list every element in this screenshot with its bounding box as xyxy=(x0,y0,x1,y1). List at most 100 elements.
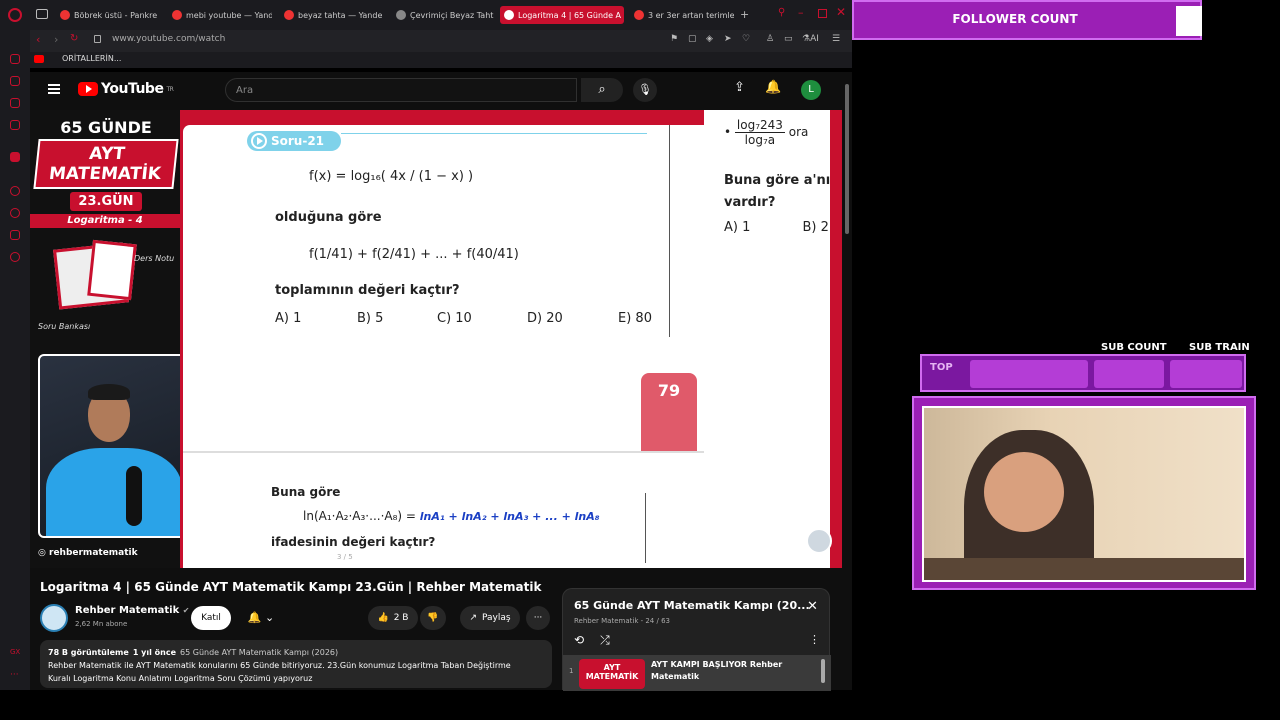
course-badge: 65 GÜNDE AYT MATEMATİK 23.GÜN xyxy=(33,118,179,211)
fraction-suffix: ora xyxy=(788,125,809,139)
tab-logaritma-active[interactable]: Logaritma 4 | 65 Günde A xyxy=(500,6,624,24)
close-window-icon[interactable]: ✕ xyxy=(836,5,846,19)
search-input[interactable]: Ara xyxy=(225,78,577,102)
sub-segment-3 xyxy=(1170,360,1242,388)
youtube-wordmark: YouTube xyxy=(101,81,164,97)
battery-icon[interactable]: ▭ xyxy=(784,34,793,44)
page-scrollbar-track xyxy=(842,72,852,690)
fraction: • log₇243 log₇a ora xyxy=(724,118,809,147)
sidebar-bag-icon[interactable] xyxy=(10,76,20,86)
channel-avatar[interactable] xyxy=(40,604,68,632)
search-button[interactable]: ⌕ xyxy=(581,78,623,102)
sidebar-history-icon[interactable] xyxy=(10,208,20,218)
fraction-bottom: log₇a xyxy=(744,133,776,147)
pin-icon[interactable]: ⚑ xyxy=(670,34,678,44)
forward-icon[interactable]: › xyxy=(54,33,58,46)
page-counter: 3 / 5 xyxy=(337,553,353,561)
url-field[interactable]: www.youtube.com/watch xyxy=(112,34,225,44)
shield-icon[interactable]: ◈ xyxy=(706,34,713,44)
video-player[interactable]: 65 GÜNDE AYT MATEMATİK 23.GÜN Logaritma … xyxy=(30,110,842,568)
new-tab-icon[interactable]: + xyxy=(740,8,749,21)
easy-setup-icon[interactable]: ☰ xyxy=(832,34,840,44)
tab-favicon-icon xyxy=(284,10,294,20)
share-button[interactable]: ↗ Paylaş xyxy=(460,606,520,630)
maximize-icon[interactable] xyxy=(818,9,827,18)
tab-mebi[interactable]: mebi youtube — Yand xyxy=(168,6,272,24)
shuffle-icon[interactable]: ⤮ xyxy=(600,633,610,648)
join-button[interactable]: Katıl xyxy=(191,606,231,630)
sidebar-player-icon[interactable] xyxy=(10,186,20,196)
sidebar-cube-icon[interactable] xyxy=(10,230,20,240)
sidebar-more-icon[interactable]: ··· xyxy=(10,670,19,680)
playlist-more-icon[interactable]: ⋮ xyxy=(809,633,820,646)
sub-segment-2 xyxy=(1094,360,1164,388)
tab-favicon-icon xyxy=(60,10,70,20)
account-icon[interactable]: ♙ xyxy=(766,34,774,44)
reload-icon[interactable]: ↻ xyxy=(70,33,78,44)
subscribe-bell-button[interactable]: 🔔 ⌄ xyxy=(240,606,282,630)
tab-favicon-icon xyxy=(172,10,182,20)
upload-icon[interactable]: ⇪ xyxy=(734,80,745,95)
sidebar-twitch-icon[interactable] xyxy=(10,152,20,162)
page-scrollbar-thumb[interactable] xyxy=(845,84,849,234)
minimize-icon[interactable]: – xyxy=(798,6,804,19)
watch-details: Logaritma 4 | 65 Günde AYT Matematik Kam… xyxy=(30,568,852,691)
notifications-bell-icon[interactable]: 🔔 xyxy=(765,80,781,95)
next-answer-a: A) 1 xyxy=(724,220,751,235)
stream-overlay: FOLLOWER COUNT SUB COUNT SUB TRAIN TOP xyxy=(852,0,1280,720)
answer-a: A) 1 xyxy=(275,311,302,326)
send-icon[interactable]: ➤ xyxy=(724,34,732,44)
playlist-close-icon[interactable]: ✕ xyxy=(807,599,818,614)
playlist-scrollbar[interactable] xyxy=(821,659,825,683)
tab-cevrimici[interactable]: Çevrimiçi Beyaz Taht xyxy=(392,6,496,24)
follower-count-label: FOLLOWER COUNT xyxy=(952,12,1078,26)
youtube-logo[interactable]: YouTube TR xyxy=(78,81,174,97)
loop-icon[interactable]: ⟲ xyxy=(574,633,584,648)
sidebar-instagram-icon[interactable] xyxy=(10,120,20,130)
playlist-link[interactable]: 65 Günde AYT Matematik Kampı (2026) xyxy=(180,648,338,657)
tab-label: Böbrek üstü - Pankre xyxy=(74,10,158,20)
sidebar-messenger-icon[interactable] xyxy=(10,54,20,64)
screenshot-icon[interactable]: ▢ xyxy=(688,34,697,44)
channel-name[interactable]: Rehber Matematik ✔ xyxy=(75,605,189,616)
badge-top: 65 GÜNDE xyxy=(60,118,152,137)
playlist-item[interactable]: 1 AYT MATEMATİK AYT KAMPI BAŞLIYOR Rehbe… xyxy=(563,655,831,691)
tab-overview-icon[interactable] xyxy=(36,9,48,19)
ai-icon[interactable]: ⚗AI xyxy=(802,34,819,44)
tab-3er-artan[interactable]: 3 er 3er artan terimler xyxy=(630,6,734,24)
tab-beyaz-tahta[interactable]: beyaz tahta — Yande xyxy=(280,6,384,24)
streamer-desk xyxy=(924,558,1244,580)
bookmark-oritallerin[interactable]: ORİTALLERİN... xyxy=(62,54,121,63)
follower-count-mark xyxy=(1176,6,1202,36)
user-avatar[interactable]: L xyxy=(801,80,821,100)
browser-logo-icon[interactable] xyxy=(8,8,22,22)
view-count: 78 B görüntüleme xyxy=(48,648,129,657)
dislike-button[interactable]: 👎 xyxy=(420,606,446,630)
answer-b: B) 5 xyxy=(357,311,384,326)
back-icon[interactable]: ‹ xyxy=(36,33,40,46)
sidebar-gx-icon[interactable]: GX xyxy=(10,648,20,656)
teacher-webcam xyxy=(38,354,188,538)
badge-title: AYT MATEMATİK xyxy=(33,139,179,189)
playlist-title[interactable]: 65 Günde AYT Matematik Kampı (20... xyxy=(574,599,810,612)
tab-bobrek[interactable]: Böbrek üstü - Pankre xyxy=(56,6,160,24)
video-right-border xyxy=(830,110,842,568)
teacher-body xyxy=(46,448,182,536)
bookmark-icon[interactable]: ♡ xyxy=(742,34,750,44)
playlist-subtitle: Rehber Matematik - 24 / 63 xyxy=(574,617,670,625)
voice-search-button[interactable]: 🎙 xyxy=(633,78,657,102)
search-tabs-icon[interactable]: ⚲ xyxy=(778,7,785,18)
like-button[interactable]: 👍 2 B xyxy=(368,606,418,630)
youtube-header: YouTube TR Ara ⌕ 🎙 ⇪ 🔔 L xyxy=(30,72,852,110)
browser-sidebar: GX ··· xyxy=(0,30,30,690)
page-rule-2 xyxy=(645,493,646,563)
chevron-down-icon: ⌄ xyxy=(264,611,275,624)
tab-favicon-icon xyxy=(396,10,406,20)
play-circle-icon xyxy=(251,133,267,149)
sidebar-settings-icon[interactable] xyxy=(10,252,20,262)
description-box[interactable]: 78 B görüntüleme 1 yıl önce 65 Günde AYT M… xyxy=(40,640,552,688)
next-q-line2: vardır? xyxy=(724,195,776,210)
hamburger-menu-icon[interactable] xyxy=(48,84,60,94)
more-actions-button[interactable]: ··· xyxy=(526,606,550,630)
sidebar-chat-icon[interactable] xyxy=(10,98,20,108)
